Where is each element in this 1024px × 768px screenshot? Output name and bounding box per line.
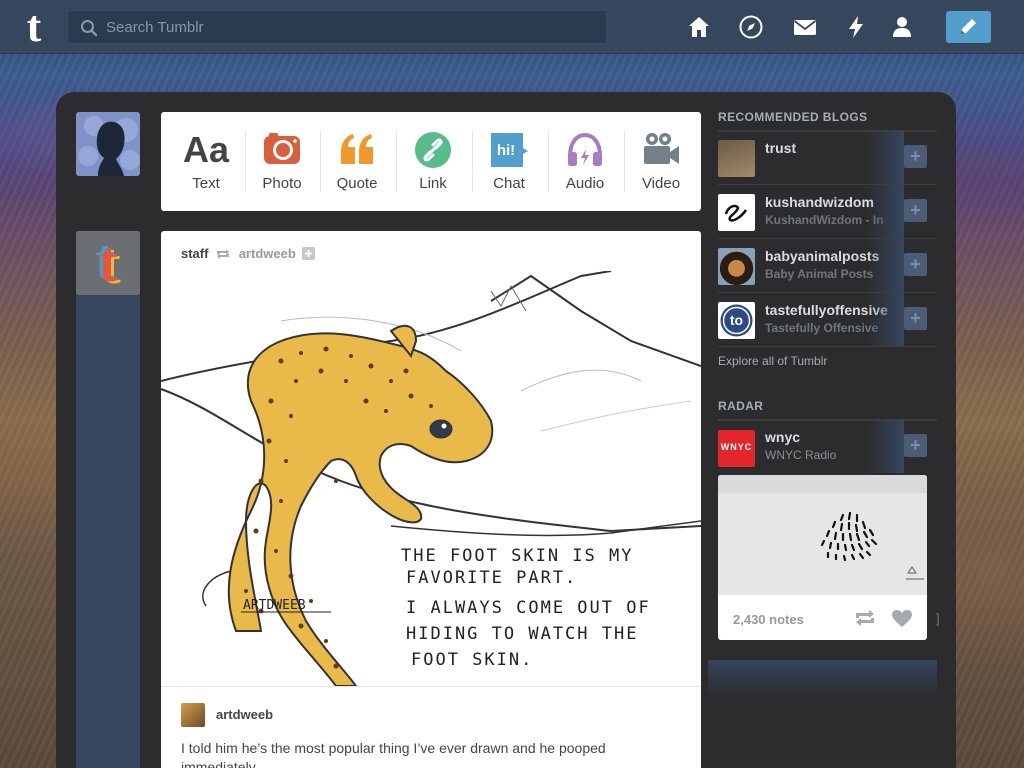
post-type-chat[interactable]: hi! Chat	[471, 130, 547, 194]
silhouette-avatar-icon	[78, 116, 140, 176]
caption-line-5: FOOT SKIN.	[411, 650, 533, 670]
wnyc-logo-text: WNYC	[720, 442, 753, 452]
caption-line-2: FAVORITE PART.	[406, 568, 577, 588]
post-image-gecko-drawing[interactable]: THE FOOT SKIN IS MY FAVORITE PART. I ALW…	[161, 271, 701, 686]
radar-post-footer: 2,430 notes	[718, 595, 927, 640]
blog-name[interactable]: wnyc	[765, 429, 800, 445]
post-type-label: Chat	[493, 175, 525, 192]
follow-plus-icon[interactable]	[302, 247, 316, 260]
post-body-text: I told him he’s the most popular thing I…	[181, 740, 606, 768]
recommended-blog-tastefullyoffensive[interactable]: to tastefullyoffensive Tastefully Offens…	[718, 293, 937, 347]
explore-compass-icon[interactable]	[738, 14, 764, 40]
post-type-label: Link	[419, 175, 447, 192]
home-icon[interactable]	[686, 14, 712, 40]
dashboard-post: staff artdweeb THE FOOT SKIN IS MY FAVOR…	[161, 231, 701, 768]
post-type-label: Quote	[336, 175, 378, 192]
post-header: staff artdweeb	[181, 246, 316, 262]
mail-icon[interactable]	[792, 14, 818, 40]
post-type-label: Video	[641, 175, 681, 192]
video-camera-icon	[644, 133, 679, 164]
svg-text:to: to	[730, 312, 743, 328]
post-type-label: Text	[192, 175, 220, 192]
scroll-bracket-marker: ]	[936, 611, 940, 626]
blog-name[interactable]: kushandwizdom	[765, 194, 874, 210]
blog-avatar[interactable]	[718, 140, 755, 177]
post-blog-link[interactable]: staff	[181, 246, 208, 261]
text-aa-icon: Aa	[182, 129, 230, 170]
tumblr-logo[interactable]: t	[16, 5, 52, 49]
fade-overlay	[868, 131, 904, 184]
recommended-blog-babyanimalposts[interactable]: babyanimalposts Baby Animal Posts +	[718, 239, 937, 293]
svg-text:hi!: hi!	[497, 142, 515, 159]
recommended-blog-kushandwizdom[interactable]: kushandwizdom KushandWizdom - In +	[718, 185, 937, 239]
post-type-video[interactable]: Video	[623, 130, 699, 194]
post-type-bar: Aa Text Photo Quote Link hi! Chat Audio …	[161, 112, 701, 211]
recommended-blogs-heading: RECOMMENDED BLOGS	[718, 110, 937, 132]
post-type-label: Photo	[262, 175, 302, 192]
blog-avatar[interactable]: WNYC	[718, 430, 755, 467]
chat-bubble-icon: hi!	[491, 133, 528, 167]
author-name[interactable]: artdweeb	[216, 707, 273, 722]
post-type-label: Audio	[565, 175, 605, 192]
search-input[interactable]	[106, 11, 596, 43]
caption-line-4: HIDING TO WATCH THE	[406, 624, 638, 644]
activity-bolt-icon[interactable]	[843, 14, 869, 40]
staff-avatar[interactable]: t	[76, 231, 140, 295]
reblog-icon	[217, 249, 230, 259]
artist-signature: ARTDWEEB	[243, 598, 306, 613]
radar-heading: RADAR	[718, 399, 937, 421]
blog-avatar[interactable]	[718, 194, 755, 231]
follow-plus-button[interactable]: +	[904, 434, 927, 457]
reblogged-from-link[interactable]: artdweeb	[239, 246, 296, 261]
author-avatar[interactable]	[181, 703, 205, 727]
radar-blog-wnyc[interactable]: WNYC wnyc WNYC Radio +	[718, 420, 937, 474]
radar-post-image[interactable]	[718, 475, 927, 595]
follow-plus-button[interactable]: +	[904, 199, 927, 222]
compose-button[interactable]	[946, 11, 991, 43]
reblog-icon[interactable]	[854, 609, 876, 627]
to-logo-icon: to	[720, 304, 753, 337]
follow-plus-button[interactable]: +	[904, 145, 927, 168]
blog-avatar[interactable]	[718, 248, 755, 285]
fade-overlay	[868, 293, 904, 346]
link-icon	[415, 132, 451, 168]
fade-overlay	[868, 420, 904, 473]
caption-line-3: I ALWAYS COME OUT OF	[406, 598, 651, 618]
my-avatar[interactable]	[76, 112, 140, 176]
script-logo-icon	[724, 204, 748, 222]
explore-all-link[interactable]: Explore all of Tumblr	[718, 354, 827, 368]
sidebar-bottom-fade	[708, 660, 937, 696]
search-icon	[81, 20, 98, 37]
follow-plus-button[interactable]: +	[904, 307, 927, 330]
divider	[161, 686, 701, 687]
tumblr-staff-logo-icon: t	[98, 229, 118, 294]
recommended-blog-trust[interactable]: trust +	[718, 131, 937, 185]
post-type-quote[interactable]: Quote	[319, 130, 395, 194]
compose-pencil-icon	[961, 19, 976, 34]
post-type-text[interactable]: Aa Text	[168, 130, 244, 194]
top-navigation-bar: t	[0, 0, 1024, 54]
camera-icon	[264, 133, 300, 164]
blog-avatar[interactable]: to	[718, 302, 755, 339]
heart-like-icon[interactable]	[891, 609, 913, 628]
post-type-link[interactable]: Link	[395, 130, 471, 194]
follow-plus-button[interactable]: +	[904, 253, 927, 276]
blog-name[interactable]: babyanimalposts	[765, 248, 879, 264]
post-type-audio[interactable]: Audio	[547, 130, 623, 194]
radar-post-card: 2,430 notes	[718, 475, 927, 640]
notes-count[interactable]: 2,430 notes	[733, 612, 804, 627]
fade-overlay	[868, 239, 904, 292]
caption-line-1: THE FOOT SKIN IS MY	[401, 546, 633, 566]
quote-icon	[341, 134, 373, 164]
fade-overlay	[868, 185, 904, 238]
search-box[interactable]	[67, 10, 607, 44]
headphones-icon	[568, 132, 602, 166]
blog-name[interactable]: trust	[765, 140, 796, 156]
account-person-icon[interactable]	[889, 14, 915, 40]
staff-avatar-column	[76, 231, 140, 768]
post-type-photo[interactable]: Photo	[244, 130, 320, 194]
